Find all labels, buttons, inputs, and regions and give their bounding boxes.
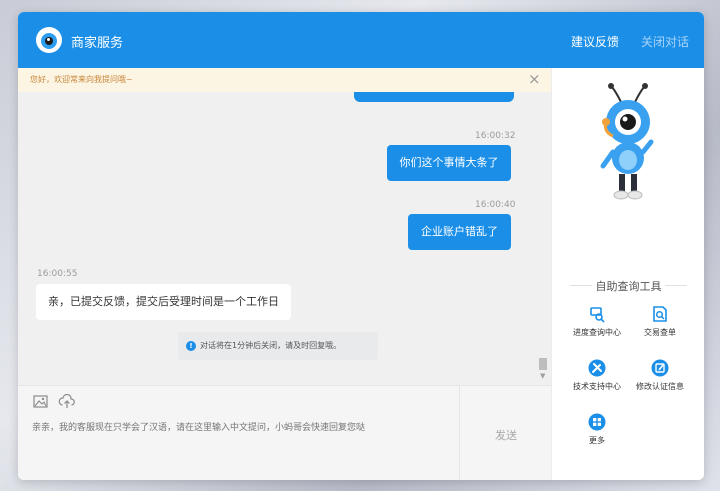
tool-tech-support[interactable]: 技术支持中心 — [562, 359, 632, 395]
message-time: 16:00:32 — [475, 131, 516, 141]
more-icon — [588, 413, 606, 431]
notice-text: 您好，欢迎常来向我提问哦~ — [30, 75, 133, 84]
tools-icon — [588, 359, 606, 377]
ant-mascot-icon — [600, 83, 654, 200]
tool-label: 交易查单 — [644, 328, 676, 337]
welcome-notice: 您好，欢迎常来向我提问哦~ × — [18, 68, 551, 92]
info-icon: ! — [186, 341, 196, 351]
close-icon[interactable]: × — [528, 68, 541, 91]
tools-title: 自助查询工具 — [552, 278, 704, 294]
send-button[interactable]: 发送 — [460, 427, 552, 443]
message-time: 16:00:40 — [475, 200, 516, 210]
chat-message-area[interactable]: 您好，欢迎常来向我提问哦~ × 16:00:32 你们这个事情大条了 16:00… — [18, 68, 551, 385]
header-title: 商家服务 — [71, 36, 124, 51]
upload-icon[interactable] — [58, 394, 76, 410]
outgoing-message: 你们这个事情大条了 — [387, 145, 511, 181]
chat-window: 商家服务 建议反馈 关闭对话 您好，欢迎常来向我提问哦~ × 16:00:32 … — [18, 12, 704, 480]
edit-icon — [651, 359, 669, 377]
outgoing-message: 企业账户错乱了 — [408, 214, 511, 250]
incoming-message: 亲，已提交反馈，提交后受理时间是一个工作日 — [36, 284, 291, 320]
input-area: 发送 — [18, 385, 551, 480]
feedback-link[interactable]: 建议反馈 — [571, 33, 619, 50]
transaction-query-icon — [653, 306, 667, 322]
ant-logo-icon — [36, 27, 62, 53]
message-input[interactable] — [32, 420, 452, 460]
system-message: ! 对话将在1分钟后关闭，请及时回复哦。 — [178, 332, 378, 360]
tools-sidebar: 自助查询工具 进度查询中心 交易查单 技术支持中心 修改认证信息 更多 — [551, 68, 704, 480]
scrollbar-track[interactable] — [541, 92, 551, 385]
tool-transaction-query[interactable]: 交易查单 — [625, 305, 695, 341]
tool-progress-center[interactable]: 进度查询中心 — [562, 305, 632, 341]
header-bar: 商家服务 建议反馈 关闭对话 — [18, 12, 704, 68]
tool-label: 进度查询中心 — [573, 328, 621, 337]
system-message-text: 对话将在1分钟后关闭，请及时回复哦。 — [200, 341, 342, 350]
tool-label: 技术支持中心 — [573, 382, 621, 391]
close-chat-link[interactable]: 关闭对话 — [641, 33, 689, 50]
tool-label: 更多 — [589, 436, 605, 445]
tool-label: 修改认证信息 — [636, 382, 684, 391]
send-area: 发送 — [459, 386, 552, 480]
scroll-down-arrow-icon[interactable]: ▼ — [540, 372, 545, 380]
progress-search-icon — [590, 307, 605, 323]
message-time: 16:00:55 — [37, 269, 78, 279]
tools-title-text: 自助查询工具 — [595, 280, 662, 293]
tool-edit-certification[interactable]: 修改认证信息 — [625, 359, 695, 395]
scrollbar-thumb[interactable] — [539, 358, 547, 370]
image-icon[interactable] — [32, 394, 50, 410]
tool-more[interactable]: 更多 — [562, 413, 632, 449]
